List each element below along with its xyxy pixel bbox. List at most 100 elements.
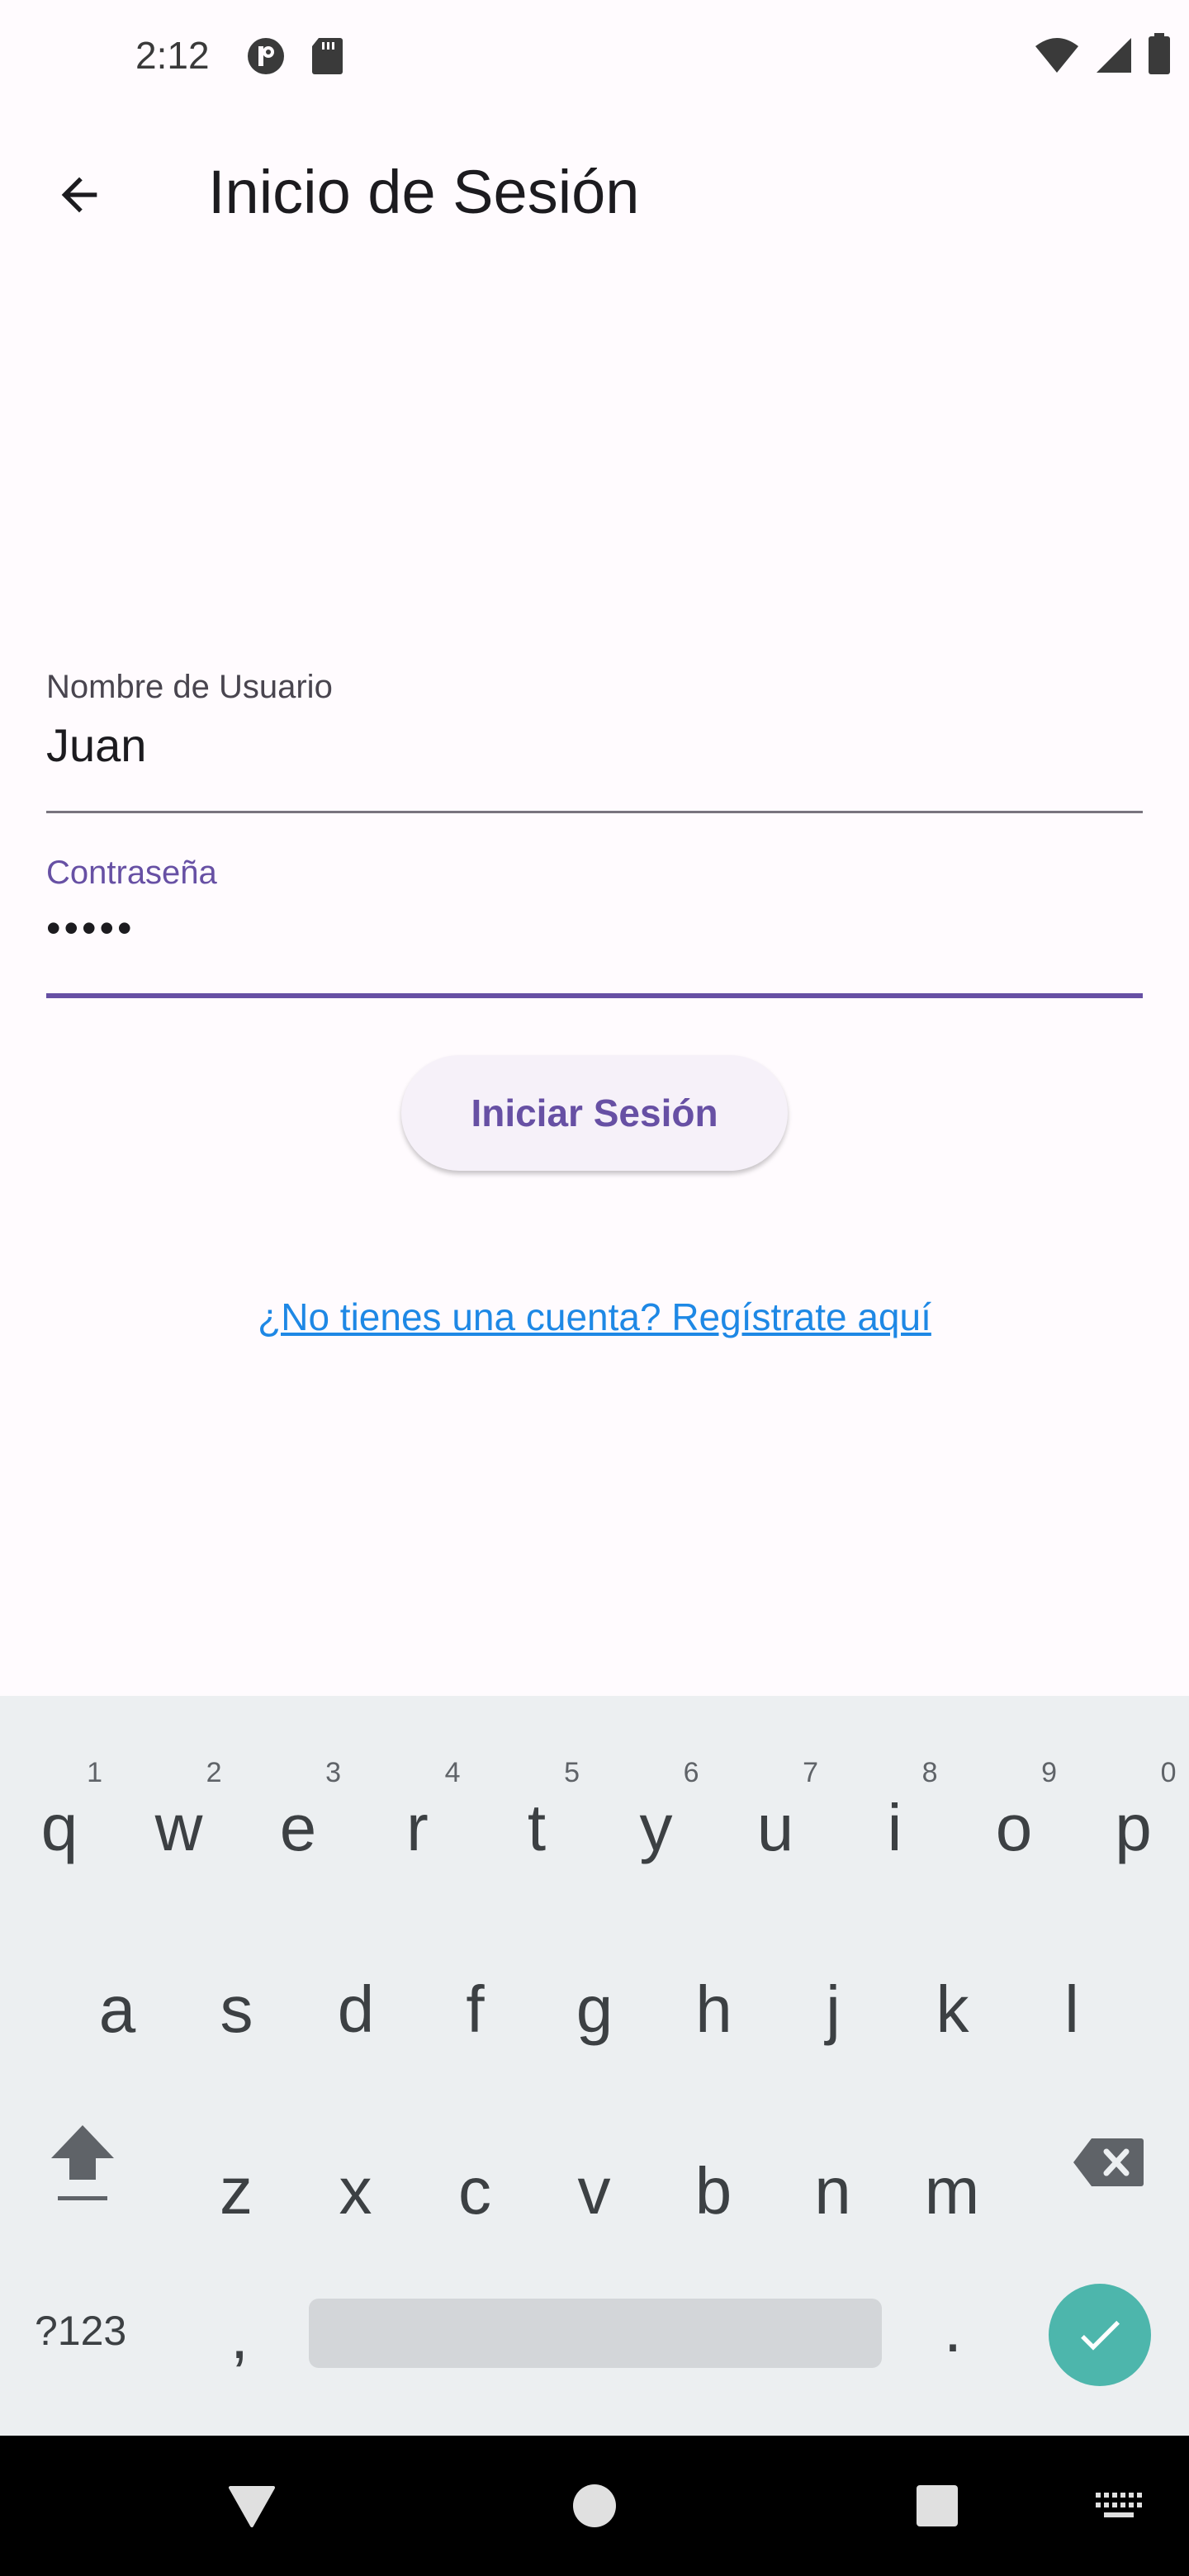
key-label: n bbox=[814, 2154, 851, 2228]
shift-key[interactable] bbox=[43, 2117, 122, 2208]
key-label: k bbox=[936, 1972, 969, 2046]
key-label: c bbox=[458, 2154, 491, 2228]
key-hint: 1 bbox=[87, 1757, 102, 1788]
key-label: f bbox=[466, 1972, 485, 2046]
key-hint: 3 bbox=[325, 1757, 341, 1788]
key-label: e bbox=[279, 1791, 317, 1864]
key-label: z bbox=[220, 2154, 253, 2228]
password-label: Contraseña bbox=[46, 855, 217, 891]
key-u[interactable]: u7 bbox=[726, 1757, 825, 1878]
key-hint: 2 bbox=[206, 1757, 222, 1788]
key-label: x bbox=[339, 2154, 372, 2228]
username-underline bbox=[46, 811, 1143, 813]
key-t[interactable]: t5 bbox=[487, 1757, 586, 1878]
key-v[interactable]: v bbox=[545, 2142, 644, 2241]
key-g[interactable]: g bbox=[545, 1960, 644, 2059]
key-p[interactable]: p0 bbox=[1084, 1757, 1183, 1878]
status-bar: 2:12 bbox=[0, 0, 1189, 112]
key-hint: 8 bbox=[921, 1757, 938, 1788]
key-label: l bbox=[1064, 1972, 1079, 2046]
password-input[interactable]: ••••• bbox=[46, 904, 135, 952]
key-k[interactable]: k bbox=[903, 1960, 1002, 2059]
key-label: o bbox=[995, 1791, 1033, 1864]
key-q[interactable]: q1 bbox=[10, 1757, 109, 1878]
key-label: v bbox=[577, 2154, 611, 2228]
arrow-back-icon bbox=[61, 177, 97, 213]
key-hint: 4 bbox=[444, 1757, 461, 1788]
key-x[interactable]: x bbox=[306, 2142, 405, 2241]
nav-recents-icon bbox=[917, 2485, 958, 2526]
nav-recents-button[interactable] bbox=[892, 2436, 983, 2576]
key-hint: 7 bbox=[803, 1757, 818, 1788]
key-w[interactable]: w2 bbox=[130, 1757, 229, 1878]
key-label: d bbox=[337, 1972, 375, 2046]
shift-icon bbox=[51, 2125, 114, 2200]
key-label: q bbox=[40, 1791, 78, 1864]
nav-back-icon bbox=[229, 2486, 275, 2527]
key-a[interactable]: a bbox=[68, 1960, 167, 2059]
key-label: y bbox=[639, 1791, 673, 1864]
sd-card-icon bbox=[312, 38, 343, 74]
key-i[interactable]: i8 bbox=[846, 1757, 945, 1878]
backspace-key[interactable] bbox=[1068, 2117, 1148, 2208]
key-l[interactable]: l bbox=[1022, 1960, 1121, 2059]
nav-back-button[interactable] bbox=[206, 2436, 297, 2576]
key-e[interactable]: e3 bbox=[249, 1757, 348, 1878]
key-o[interactable]: o9 bbox=[964, 1757, 1063, 1878]
nav-home-button[interactable] bbox=[549, 2436, 640, 2576]
notification-p-icon bbox=[248, 38, 284, 74]
back-button[interactable] bbox=[40, 155, 119, 234]
key-s[interactable]: s bbox=[187, 1960, 287, 2059]
key-label: h bbox=[695, 1972, 732, 2046]
password-underline bbox=[46, 993, 1143, 998]
wifi-icon bbox=[1035, 38, 1078, 73]
key-f[interactable]: f bbox=[426, 1960, 525, 2059]
system-nav-bar bbox=[0, 2436, 1189, 2576]
check-icon bbox=[1081, 2320, 1120, 2351]
register-link[interactable]: ¿No tienes una cuenta? Regístrate aquí bbox=[0, 1295, 1189, 1339]
key-label: w bbox=[154, 1791, 203, 1864]
comma-key[interactable]: , bbox=[198, 2290, 281, 2381]
key-label: j bbox=[826, 1972, 841, 2046]
key-label: p bbox=[1115, 1791, 1152, 1864]
key-c[interactable]: c bbox=[425, 2142, 524, 2241]
key-j[interactable]: j bbox=[784, 1960, 883, 2059]
key-label: m bbox=[924, 2154, 980, 2228]
key-label: t bbox=[527, 1791, 547, 1864]
cell-signal-icon bbox=[1097, 38, 1131, 73]
enter-key[interactable] bbox=[1049, 2284, 1151, 2386]
key-hint: 5 bbox=[564, 1757, 580, 1788]
nav-home-icon bbox=[573, 2484, 616, 2527]
space-key[interactable] bbox=[309, 2299, 882, 2368]
key-h[interactable]: h bbox=[665, 1960, 764, 2059]
period-key[interactable]: . bbox=[912, 2284, 994, 2375]
key-label: s bbox=[220, 1972, 253, 2046]
app-bar: Inicio de Sesión bbox=[0, 112, 1189, 271]
status-time: 2:12 bbox=[135, 34, 210, 77]
key-b[interactable]: b bbox=[664, 2142, 763, 2241]
username-label: Nombre de Usuario bbox=[46, 669, 333, 705]
battery-icon bbox=[1149, 33, 1170, 74]
key-m[interactable]: m bbox=[902, 2142, 1002, 2241]
backspace-icon bbox=[1073, 2138, 1144, 2186]
login-button[interactable]: Iniciar Sesión bbox=[401, 1055, 788, 1171]
symbols-key[interactable]: ?123 bbox=[35, 2307, 126, 2355]
username-input[interactable]: Juan bbox=[46, 718, 146, 772]
page-title: Inicio de Sesión bbox=[208, 158, 640, 226]
key-d[interactable]: d bbox=[306, 1960, 405, 2059]
key-label: r bbox=[406, 1791, 429, 1864]
key-hint: 6 bbox=[683, 1757, 699, 1788]
password-field[interactable]: Contraseña ••••• bbox=[46, 846, 1143, 1003]
key-r[interactable]: r4 bbox=[368, 1757, 467, 1878]
key-y[interactable]: y6 bbox=[607, 1757, 706, 1878]
key-label: i bbox=[887, 1791, 902, 1864]
key-label: b bbox=[694, 2154, 732, 2228]
key-label: u bbox=[756, 1791, 794, 1864]
keyboard-icon bbox=[1096, 2493, 1142, 2517]
username-field[interactable]: Nombre de Usuario Juan bbox=[46, 661, 1143, 817]
key-n[interactable]: n bbox=[784, 2142, 883, 2241]
key-label: a bbox=[98, 1972, 136, 2046]
nav-keyboard-button[interactable] bbox=[1073, 2436, 1164, 2576]
key-z[interactable]: z bbox=[187, 2142, 286, 2241]
key-hint: 9 bbox=[1041, 1757, 1057, 1788]
